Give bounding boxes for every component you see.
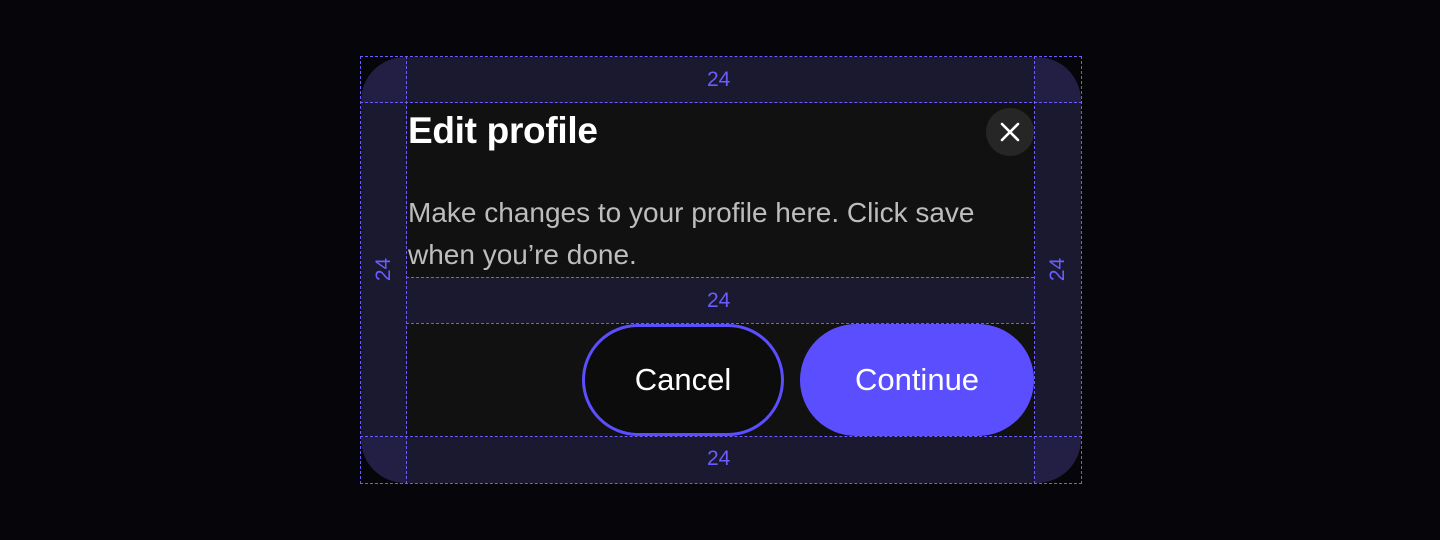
corner-overlay xyxy=(361,437,407,483)
cancel-button[interactable]: Cancel xyxy=(582,324,784,436)
padding-bottom-measure: 24 xyxy=(707,447,731,470)
padding-top-measure: 24 xyxy=(707,68,731,91)
guide-line xyxy=(360,436,1082,437)
padding-left-measure: 24 xyxy=(372,257,396,282)
padding-right-measure: 24 xyxy=(1046,257,1070,282)
guide-line xyxy=(406,277,1034,278)
guide-line xyxy=(360,102,1082,103)
canvas: 24 24 24 24 24 Edit profile Make changes… xyxy=(0,0,1440,540)
corner-overlay xyxy=(361,57,407,103)
gap-measure: 24 xyxy=(707,289,731,312)
continue-button[interactable]: Continue xyxy=(800,324,1034,436)
corner-overlay xyxy=(1035,437,1081,483)
dialog-description: Make changes to your profile here. Click… xyxy=(408,197,975,270)
guide-line xyxy=(1034,56,1035,484)
close-button[interactable] xyxy=(986,108,1034,156)
close-icon xyxy=(1000,122,1020,142)
guide-line xyxy=(406,56,407,484)
corner-overlay xyxy=(1035,57,1081,103)
dialog-title: Edit profile xyxy=(408,110,598,151)
